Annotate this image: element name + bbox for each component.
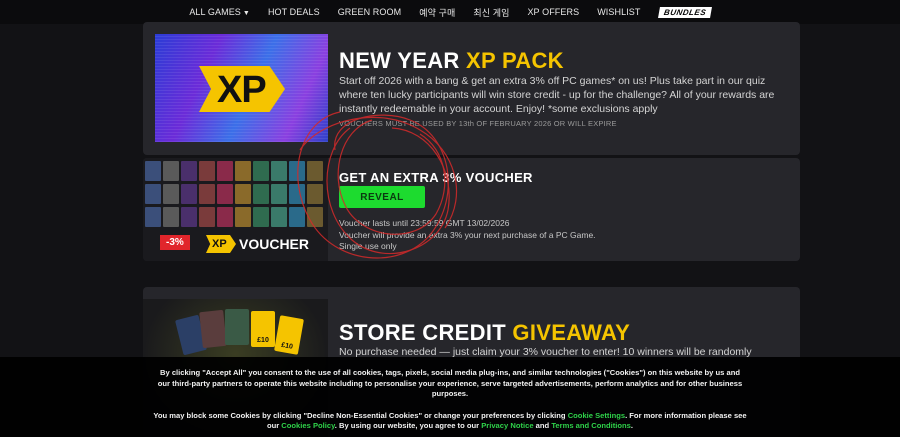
game-covers-mosaic: -3% XP VOUCHER bbox=[143, 158, 328, 261]
privacy-notice-link[interactable]: Privacy Notice bbox=[481, 421, 533, 430]
cookie-preferences-text: You may block some Cookies by clicking "… bbox=[153, 410, 747, 431]
xp-pack-card: XP NEW YEAR XP PACK Start off 2026 with … bbox=[143, 22, 800, 155]
game-cover-tile bbox=[163, 184, 179, 204]
xp-mini-logo: XP bbox=[206, 235, 236, 253]
cookies-policy-link[interactable]: Cookies Policy bbox=[281, 421, 334, 430]
voucher-label: VOUCHER bbox=[239, 236, 310, 252]
xp-pack-description: Start off 2026 with a bang & get an extr… bbox=[339, 75, 775, 115]
nav-new-games[interactable]: 최신 게임 bbox=[473, 6, 509, 19]
cookie-settings-link[interactable]: Cookie Settings bbox=[568, 411, 625, 420]
nav-green-room[interactable]: GREEN ROOM bbox=[338, 7, 402, 17]
game-cover-tile bbox=[289, 207, 305, 227]
voucher-benefit: Voucher will provide an extra 3% your ne… bbox=[339, 229, 596, 240]
voucher-single-use: Single use only bbox=[339, 241, 397, 251]
voucher-details: Voucher lasts until 23:59:59 GMT 13/02/2… bbox=[339, 218, 596, 253]
cookie-consent-text: By clicking "Accept All" you consent to … bbox=[157, 368, 743, 398]
game-cover-tile bbox=[145, 161, 161, 181]
nav-all-games[interactable]: ALL GAMES ▼ bbox=[189, 7, 250, 17]
game-cover-tile bbox=[271, 161, 287, 181]
game-cover-tile bbox=[163, 161, 179, 181]
credit-card-10: £10 bbox=[274, 315, 304, 355]
chevron-down-icon: ▼ bbox=[242, 10, 250, 17]
game-cover-tile bbox=[235, 184, 251, 204]
game-cover-tile bbox=[217, 184, 233, 204]
game-cover-tile bbox=[253, 207, 269, 227]
nav-hot-deals[interactable]: HOT DEALS bbox=[268, 7, 320, 17]
game-cover-tile bbox=[217, 161, 233, 181]
voucher-expiry: Voucher lasts until 23:59:59 GMT 13/02/2… bbox=[339, 218, 510, 228]
game-cover-tile bbox=[289, 184, 305, 204]
voucher-card: -3% XP VOUCHER GET AN EXTRA 3% VOUCHER R… bbox=[143, 158, 800, 261]
game-cover-tile bbox=[307, 184, 323, 204]
top-nav: ALL GAMES ▼ HOT DEALS GREEN ROOM 예약 구매 최신… bbox=[0, 0, 900, 24]
game-cover-tile bbox=[307, 161, 323, 181]
game-cover-tile bbox=[181, 184, 197, 204]
xp-pack-fine-print: VOUCHERS MUST BE USED BY 13th OF FEBRUAR… bbox=[339, 119, 617, 128]
game-cover-tile bbox=[181, 207, 197, 227]
game-cover-tile bbox=[253, 161, 269, 181]
voucher-title: GET AN EXTRA 3% VOUCHER bbox=[339, 170, 533, 185]
game-cover-tile bbox=[253, 184, 269, 204]
xp-pack-banner: XP bbox=[155, 34, 328, 142]
nav-bundles[interactable]: BUNDLES bbox=[657, 6, 712, 18]
credit-card-10: £10 bbox=[251, 311, 275, 347]
game-cover-tile bbox=[199, 184, 215, 204]
game-cover-tile bbox=[217, 207, 233, 227]
game-cover-tile bbox=[145, 207, 161, 227]
game-cover-tile bbox=[163, 207, 179, 227]
discount-badge: -3% bbox=[160, 235, 190, 250]
game-cover-tile bbox=[235, 207, 251, 227]
giveaway-title: STORE CREDIT GIVEAWAY bbox=[339, 320, 631, 345]
game-card-image bbox=[225, 309, 249, 345]
game-cover-tile bbox=[289, 161, 305, 181]
game-cover-tile bbox=[271, 207, 287, 227]
game-cover-tile bbox=[199, 161, 215, 181]
nav-xp-offers[interactable]: XP OFFERS bbox=[527, 7, 579, 17]
game-card-image bbox=[199, 309, 227, 349]
terms-link[interactable]: Terms and Conditions bbox=[551, 421, 631, 430]
xp-logo-text: XP bbox=[217, 69, 267, 111]
game-cover-tile bbox=[271, 184, 287, 204]
xp-pack-title: NEW YEAR XP PACK bbox=[339, 48, 564, 73]
nav-preorder[interactable]: 예약 구매 bbox=[419, 6, 455, 19]
game-cover-tile bbox=[199, 207, 215, 227]
nav-wishlist[interactable]: WISHLIST bbox=[597, 7, 640, 17]
game-cover-tile bbox=[235, 161, 251, 181]
game-cover-tile bbox=[145, 184, 161, 204]
cookie-consent-banner: By clicking "Accept All" you consent to … bbox=[0, 357, 900, 437]
reveal-button[interactable]: REVEAL bbox=[339, 186, 425, 208]
game-cover-tile bbox=[307, 207, 323, 227]
game-cover-tile bbox=[181, 161, 197, 181]
